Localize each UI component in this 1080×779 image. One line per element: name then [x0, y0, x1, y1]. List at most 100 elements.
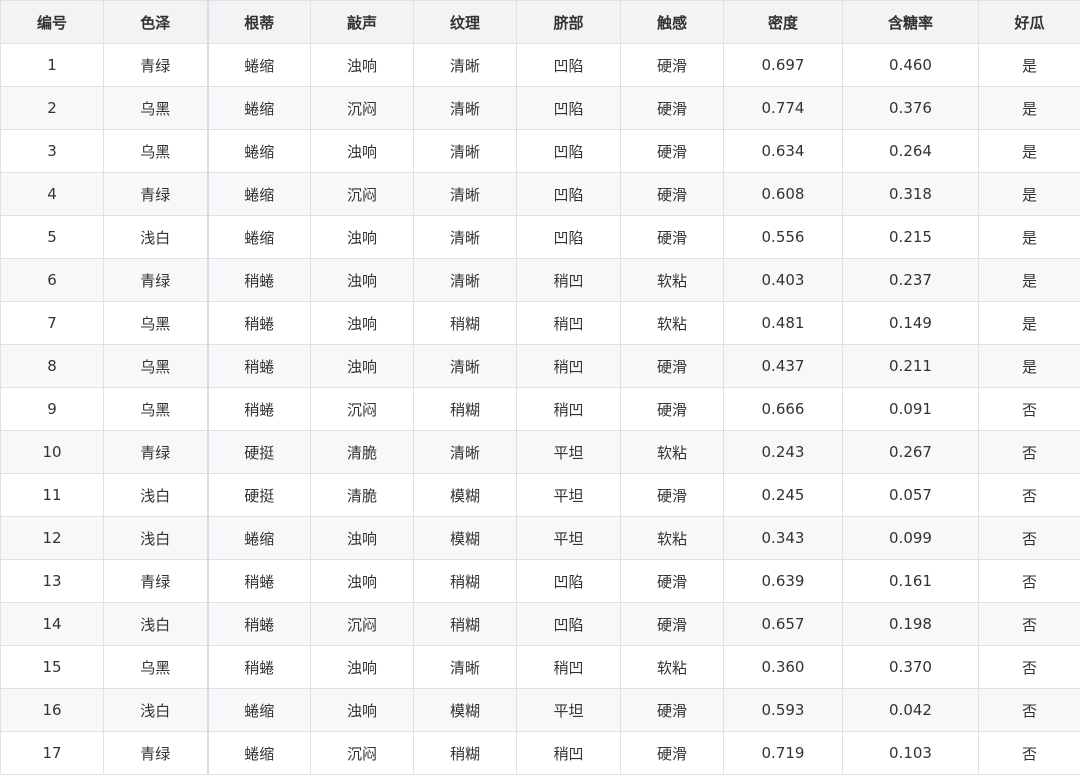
table-row: 10 青绿 硬挺 清脆 清晰 平坦 软粘 0.243 0.267 否 — [0, 430, 1080, 474]
table-cell-id: 2 — [0, 86, 104, 130]
table-cell-touch: 软粘 — [620, 430, 724, 474]
table-cell-good-melon: 否 — [978, 430, 1080, 474]
table-cell-good-melon: 否 — [978, 387, 1080, 431]
table-cell-density: 0.556 — [723, 215, 843, 259]
column-header-color: 色泽 — [103, 0, 209, 44]
table-cell-texture: 稍糊 — [413, 559, 517, 603]
table-cell-density: 0.639 — [723, 559, 843, 603]
table-cell-root: 蜷缩 — [207, 215, 311, 259]
table-cell-texture: 稍糊 — [413, 731, 517, 775]
table-cell-root: 稍蜷 — [207, 559, 311, 603]
table-row: 11 浅白 硬挺 清脆 模糊 平坦 硬滑 0.245 0.057 否 — [0, 473, 1080, 517]
table-cell-id: 12 — [0, 516, 104, 560]
table-cell-density: 0.608 — [723, 172, 843, 216]
table-cell-root: 蜷缩 — [207, 688, 311, 732]
table-cell-id: 15 — [0, 645, 104, 689]
table-cell-touch: 硬滑 — [620, 387, 724, 431]
table-cell-id: 6 — [0, 258, 104, 302]
table-cell-color: 青绿 — [103, 430, 209, 474]
table-cell-root: 稍蜷 — [207, 602, 311, 646]
table-cell-texture: 清晰 — [413, 172, 517, 216]
column-header-navel: 脐部 — [516, 0, 621, 44]
table-cell-navel: 平坦 — [516, 430, 621, 474]
table-cell-id: 7 — [0, 301, 104, 345]
table-row: 5 浅白 蜷缩 浊响 清晰 凹陷 硬滑 0.556 0.215 是 — [0, 215, 1080, 259]
table-cell-density: 0.657 — [723, 602, 843, 646]
table-cell-density: 0.243 — [723, 430, 843, 474]
table-cell-texture: 清晰 — [413, 430, 517, 474]
table-cell-sugar-rate: 0.099 — [842, 516, 979, 560]
table-cell-density: 0.634 — [723, 129, 843, 173]
table-cell-root: 稍蜷 — [207, 387, 311, 431]
table-cell-root: 蜷缩 — [207, 43, 311, 87]
table-cell-texture: 清晰 — [413, 258, 517, 302]
table-cell-id: 17 — [0, 731, 104, 775]
table-cell-knock-sound: 浊响 — [310, 344, 414, 388]
table-cell-good-melon: 是 — [978, 344, 1080, 388]
table-cell-good-melon: 否 — [978, 731, 1080, 775]
table-row: 16 浅白 蜷缩 浊响 模糊 平坦 硬滑 0.593 0.042 否 — [0, 688, 1080, 732]
table-cell-knock-sound: 浊响 — [310, 301, 414, 345]
table-cell-color: 乌黑 — [103, 301, 209, 345]
table-cell-touch: 硬滑 — [620, 86, 724, 130]
table-cell-density: 0.245 — [723, 473, 843, 517]
table-cell-color: 浅白 — [103, 473, 209, 517]
table-cell-navel: 稍凹 — [516, 731, 621, 775]
table-cell-good-melon: 否 — [978, 516, 1080, 560]
table-cell-knock-sound: 沉闷 — [310, 387, 414, 431]
table-cell-density: 0.343 — [723, 516, 843, 560]
table-cell-color: 青绿 — [103, 43, 209, 87]
table-cell-texture: 模糊 — [413, 473, 517, 517]
table-cell-knock-sound: 浊响 — [310, 258, 414, 302]
table-cell-navel: 稍凹 — [516, 387, 621, 431]
table-row: 12 浅白 蜷缩 浊响 模糊 平坦 软粘 0.343 0.099 否 — [0, 516, 1080, 560]
table-cell-good-melon: 是 — [978, 301, 1080, 345]
table-cell-touch: 硬滑 — [620, 602, 724, 646]
table-cell-root: 蜷缩 — [207, 172, 311, 216]
table-cell-texture: 清晰 — [413, 344, 517, 388]
table-cell-knock-sound: 浊响 — [310, 215, 414, 259]
table-cell-root: 蜷缩 — [207, 129, 311, 173]
table-cell-navel: 凹陷 — [516, 86, 621, 130]
table-cell-navel: 凹陷 — [516, 172, 621, 216]
column-header-good-melon: 好瓜 — [978, 0, 1080, 44]
table-cell-color: 青绿 — [103, 559, 209, 603]
table-cell-sugar-rate: 0.103 — [842, 731, 979, 775]
table-row: 3 乌黑 蜷缩 浊响 清晰 凹陷 硬滑 0.634 0.264 是 — [0, 129, 1080, 173]
table-cell-texture: 清晰 — [413, 215, 517, 259]
table-cell-id: 16 — [0, 688, 104, 732]
table-cell-sugar-rate: 0.370 — [842, 645, 979, 689]
table-cell-good-melon: 否 — [978, 473, 1080, 517]
table-cell-touch: 硬滑 — [620, 731, 724, 775]
table-row: 9 乌黑 稍蜷 沉闷 稍糊 稍凹 硬滑 0.666 0.091 否 — [0, 387, 1080, 431]
table-cell-root: 硬挺 — [207, 430, 311, 474]
table-cell-id: 9 — [0, 387, 104, 431]
table-cell-knock-sound: 浊响 — [310, 688, 414, 732]
table-cell-density: 0.697 — [723, 43, 843, 87]
table-cell-touch: 硬滑 — [620, 559, 724, 603]
table-cell-good-melon: 否 — [978, 645, 1080, 689]
table-cell-navel: 凹陷 — [516, 559, 621, 603]
table-cell-knock-sound: 沉闷 — [310, 172, 414, 216]
table-cell-density: 0.593 — [723, 688, 843, 732]
table-cell-texture: 清晰 — [413, 43, 517, 87]
column-header-touch: 触感 — [620, 0, 724, 44]
table-cell-touch: 软粘 — [620, 258, 724, 302]
table-cell-root: 稍蜷 — [207, 258, 311, 302]
column-header-sugar-rate: 含糖率 — [842, 0, 979, 44]
table-cell-texture: 稍糊 — [413, 387, 517, 431]
column-header-density: 密度 — [723, 0, 843, 44]
table-cell-color: 青绿 — [103, 731, 209, 775]
table-cell-navel: 平坦 — [516, 688, 621, 732]
table-cell-density: 0.403 — [723, 258, 843, 302]
table-cell-sugar-rate: 0.264 — [842, 129, 979, 173]
table-cell-texture: 模糊 — [413, 688, 517, 732]
table-cell-sugar-rate: 0.267 — [842, 430, 979, 474]
table-cell-navel: 平坦 — [516, 516, 621, 560]
table-cell-good-melon: 否 — [978, 688, 1080, 732]
table-cell-sugar-rate: 0.198 — [842, 602, 979, 646]
table-cell-knock-sound: 清脆 — [310, 430, 414, 474]
table-cell-touch: 软粘 — [620, 645, 724, 689]
table-cell-color: 乌黑 — [103, 86, 209, 130]
table-cell-touch: 硬滑 — [620, 688, 724, 732]
